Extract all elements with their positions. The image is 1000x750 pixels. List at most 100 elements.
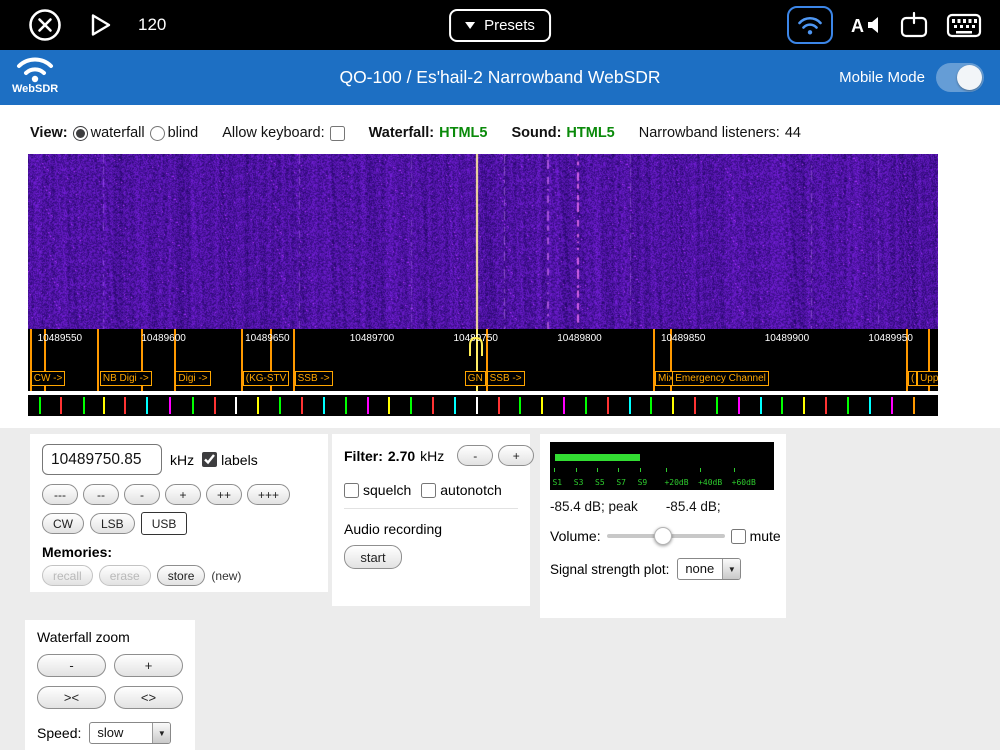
filter-label: Filter:	[344, 448, 383, 464]
squelch-checkbox[interactable]	[344, 483, 359, 498]
presets-button[interactable]: Presets	[449, 9, 551, 42]
memory-new-label: (new)	[211, 569, 241, 583]
frequency-input[interactable]	[42, 444, 162, 475]
station-marker	[103, 397, 105, 414]
wifi-icon	[797, 15, 823, 36]
station-marker	[279, 397, 281, 414]
view-waterfall-label: waterfall	[91, 125, 145, 141]
zoom-out-button[interactable]: -	[37, 654, 106, 677]
frequency-scale-area[interactable]: 1048955010489600104896501048970010489750…	[28, 329, 938, 391]
band-label[interactable]: (	[908, 371, 917, 386]
site-header: WebSDR QO-100 / Es'hail-2 Narrowband Web…	[0, 50, 1000, 105]
step-down-large-button[interactable]: ---	[42, 484, 78, 505]
autonotch-checkbox[interactable]	[421, 483, 436, 498]
band-label[interactable]: Digi ->	[175, 371, 210, 386]
counter-label: 120	[138, 15, 166, 35]
play-icon	[86, 11, 114, 39]
wifi-button[interactable]	[787, 6, 833, 44]
select-arrow-icon: ▼	[722, 559, 740, 579]
s-meter-scale-label: S7	[616, 478, 626, 487]
s-meter-tick	[618, 468, 619, 472]
memory-erase-button[interactable]: erase	[99, 565, 151, 586]
band-label[interactable]: SSB ->	[487, 371, 525, 386]
signal-peak-label: -85.4 dB;	[666, 499, 721, 514]
scale-label: 10489950	[868, 333, 913, 344]
zoom-in-button[interactable]: +	[114, 654, 183, 677]
view-blind-radio[interactable]	[150, 126, 165, 141]
labels-option[interactable]: labels	[202, 452, 258, 468]
s-meter-tick	[640, 468, 641, 472]
step-down-medium-button[interactable]: --	[83, 484, 119, 505]
step-down-small-button[interactable]: -	[124, 484, 160, 505]
voice-announce-button[interactable]: A	[850, 12, 882, 38]
station-marker	[301, 397, 303, 414]
waterfall-tech-label: Waterfall:	[369, 125, 435, 141]
station-marker	[891, 397, 893, 414]
view-waterfall-radio[interactable]	[73, 126, 88, 141]
zoom-full-button[interactable]: <>	[114, 686, 183, 709]
mode-cw-button[interactable]: CW	[42, 513, 84, 534]
step-up-medium-button[interactable]: ++	[206, 484, 242, 505]
allow-keyboard-checkbox[interactable]	[330, 126, 345, 141]
divider	[344, 508, 518, 509]
zoom-band-button[interactable]: ><	[37, 686, 106, 709]
mobile-mode-toggle[interactable]	[936, 63, 984, 92]
speed-select[interactable]: slow ▼	[89, 722, 171, 744]
filter-wider-button[interactable]: +	[498, 445, 534, 466]
waterfall-canvas[interactable]	[28, 154, 938, 329]
mode-lsb-button[interactable]: LSB	[90, 513, 135, 534]
station-marker	[869, 397, 871, 414]
s-meter-scale-label: +40dB	[698, 478, 722, 487]
memory-recall-button[interactable]: recall	[42, 565, 93, 586]
band-label[interactable]: SSB ->	[295, 371, 333, 386]
view-waterfall-option[interactable]: waterfall	[73, 125, 145, 141]
mute-option[interactable]: mute	[731, 528, 781, 544]
station-marker	[432, 397, 434, 414]
recording-start-button[interactable]: start	[344, 545, 402, 569]
keyboard-button[interactable]	[946, 12, 982, 39]
s-meter-tick	[576, 468, 577, 472]
add-folder-button[interactable]	[899, 11, 929, 39]
s-meter-scale-label: S5	[595, 478, 605, 487]
s-meter-bar	[555, 454, 640, 461]
step-up-large-button[interactable]: +++	[247, 484, 290, 505]
memory-store-button[interactable]: store	[157, 565, 206, 586]
plot-select[interactable]: none ▼	[677, 558, 741, 580]
signal-level-label: -85.4 dB; peak	[550, 499, 638, 514]
station-markers-strip[interactable]	[28, 395, 938, 416]
volume-label: Volume:	[550, 528, 601, 544]
squelch-option[interactable]: squelch	[344, 482, 411, 498]
band-label[interactable]: GN	[465, 371, 486, 386]
speed-label: Speed:	[37, 725, 81, 741]
station-marker	[541, 397, 543, 414]
mute-label: mute	[750, 528, 781, 544]
allow-keyboard-group: Allow keyboard:	[222, 125, 344, 141]
mute-checkbox[interactable]	[731, 529, 746, 544]
close-button[interactable]	[28, 8, 62, 42]
band-label[interactable]: NB Digi ->	[100, 371, 152, 386]
mode-usb-button[interactable]: USB	[141, 512, 188, 535]
play-button[interactable]	[86, 11, 114, 39]
band-label[interactable]: CW ->	[31, 371, 66, 386]
wifi-arcs-icon	[15, 53, 55, 83]
band-label[interactable]: Emergency Channel	[672, 371, 769, 386]
station-marker	[192, 397, 194, 414]
band-label[interactable]: (KG-STV	[243, 371, 290, 386]
view-label: View:	[30, 125, 68, 141]
view-blind-option[interactable]: blind	[150, 125, 199, 141]
station-marker	[214, 397, 216, 414]
station-marker	[716, 397, 718, 414]
station-marker	[738, 397, 740, 414]
station-marker	[124, 397, 126, 414]
scale-label: 10489850	[661, 333, 706, 344]
scale-label: 10489600	[141, 333, 186, 344]
volume-slider[interactable]	[607, 525, 725, 547]
autonotch-option[interactable]: autonotch	[421, 482, 502, 498]
step-up-small-button[interactable]: +	[165, 484, 201, 505]
filter-narrower-button[interactable]: -	[457, 445, 493, 466]
filter-value: 2.70	[388, 448, 415, 464]
websdr-logo[interactable]: WebSDR	[12, 53, 58, 95]
station-marker	[913, 397, 915, 414]
band-label[interactable]: Upper Beacon	[917, 371, 938, 386]
labels-checkbox[interactable]	[202, 452, 217, 467]
